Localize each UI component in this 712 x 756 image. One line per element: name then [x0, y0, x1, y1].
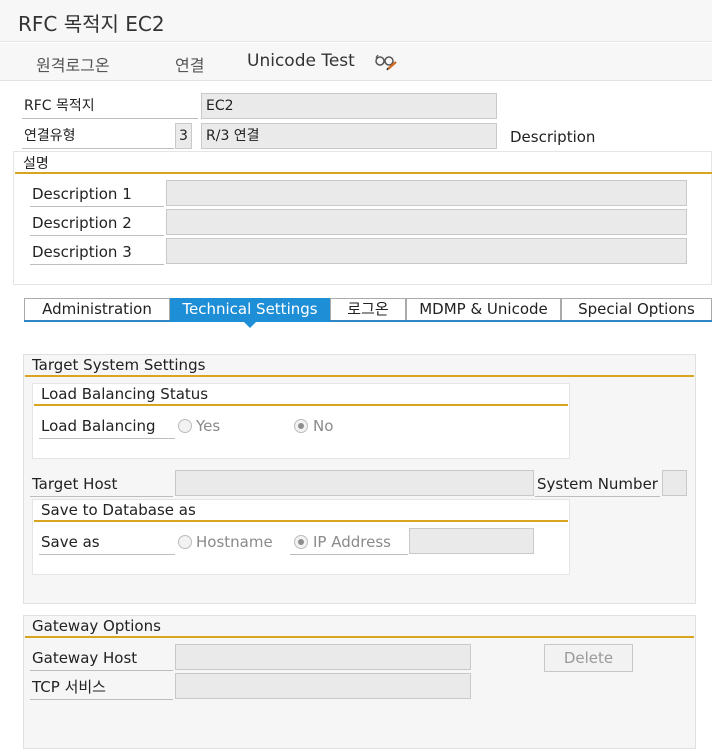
save-to-database-title: Save to Database as — [41, 501, 196, 519]
description-3-label: Description 3 — [30, 239, 164, 265]
tab-strip: Administration Technical Settings 로그온 MD… — [24, 298, 712, 322]
section-divider — [34, 520, 568, 522]
load-balancing-yes-label: Yes — [196, 417, 221, 435]
description-section-title: 설명 — [23, 156, 49, 172]
system-number-field[interactable] — [662, 470, 687, 496]
glasses-pencil-icon[interactable] — [374, 52, 398, 72]
tcp-service-field[interactable] — [175, 673, 471, 699]
tab-administration[interactable]: Administration — [24, 298, 170, 320]
tcp-service-label: TCP 서비스 — [30, 674, 173, 700]
description-1-label: Description 1 — [30, 181, 164, 207]
target-system-title: Target System Settings — [32, 356, 206, 374]
title-bar: RFC 목적지 EC2 — [0, 0, 712, 42]
active-tab-indicator — [244, 322, 256, 328]
gateway-options-title: Gateway Options — [32, 617, 161, 635]
application-toolbar: 원격로그온 연결 Unicode Test — [0, 43, 712, 81]
load-balancing-title: Load Balancing Status — [41, 385, 209, 403]
section-divider — [15, 172, 712, 174]
load-balancing-no-radio[interactable] — [294, 419, 308, 433]
delete-button[interactable]: Delete — [544, 644, 633, 672]
connection-type-field[interactable]: R/3 연결 — [201, 123, 497, 149]
tab-logon[interactable]: 로그온 — [330, 298, 406, 320]
connection-type-code-field[interactable]: 3 — [175, 123, 192, 149]
description-label: Description — [510, 128, 596, 146]
gateway-host-field[interactable] — [175, 644, 471, 670]
save-ip-address-radio[interactable] — [294, 535, 308, 549]
description-1-field[interactable] — [166, 180, 687, 206]
section-divider — [25, 375, 694, 377]
gateway-host-label: Gateway Host — [30, 645, 173, 671]
save-hostname-radio[interactable] — [178, 535, 192, 549]
remote-logon-button[interactable]: 원격로그온 — [36, 52, 110, 76]
rfc-destination-label: RFC 목적지 — [22, 93, 198, 119]
save-ip-address-label: IP Address — [313, 533, 391, 551]
save-as-label: Save as — [39, 529, 175, 555]
target-host-label: Target Host — [30, 471, 173, 497]
connect-button[interactable]: 연결 — [175, 52, 204, 76]
tab-technical-settings[interactable]: Technical Settings — [170, 298, 330, 322]
load-balancing-yes-radio[interactable] — [178, 419, 192, 433]
tab-mdmp-unicode[interactable]: MDMP & Unicode — [406, 298, 561, 320]
ip-address-field[interactable] — [409, 528, 534, 554]
tab-special-options[interactable]: Special Options — [561, 298, 712, 320]
section-divider — [25, 636, 694, 638]
description-2-label: Description 2 — [30, 210, 164, 236]
window-title: RFC 목적지 EC2 — [18, 12, 165, 36]
save-hostname-label: Hostname — [196, 533, 273, 551]
description-2-field[interactable] — [166, 209, 687, 235]
system-number-label: System Number — [535, 471, 660, 497]
rfc-destination-field[interactable]: EC2 — [201, 93, 497, 119]
load-balancing-no-label: No — [313, 417, 334, 435]
unicode-test-button[interactable]: Unicode Test — [247, 51, 355, 71]
connection-type-label: 연결유형 — [22, 123, 174, 149]
description-3-field[interactable] — [166, 238, 687, 264]
load-balancing-label: Load Balancing — [39, 413, 175, 439]
section-divider — [34, 404, 568, 406]
target-host-field[interactable] — [175, 470, 534, 496]
